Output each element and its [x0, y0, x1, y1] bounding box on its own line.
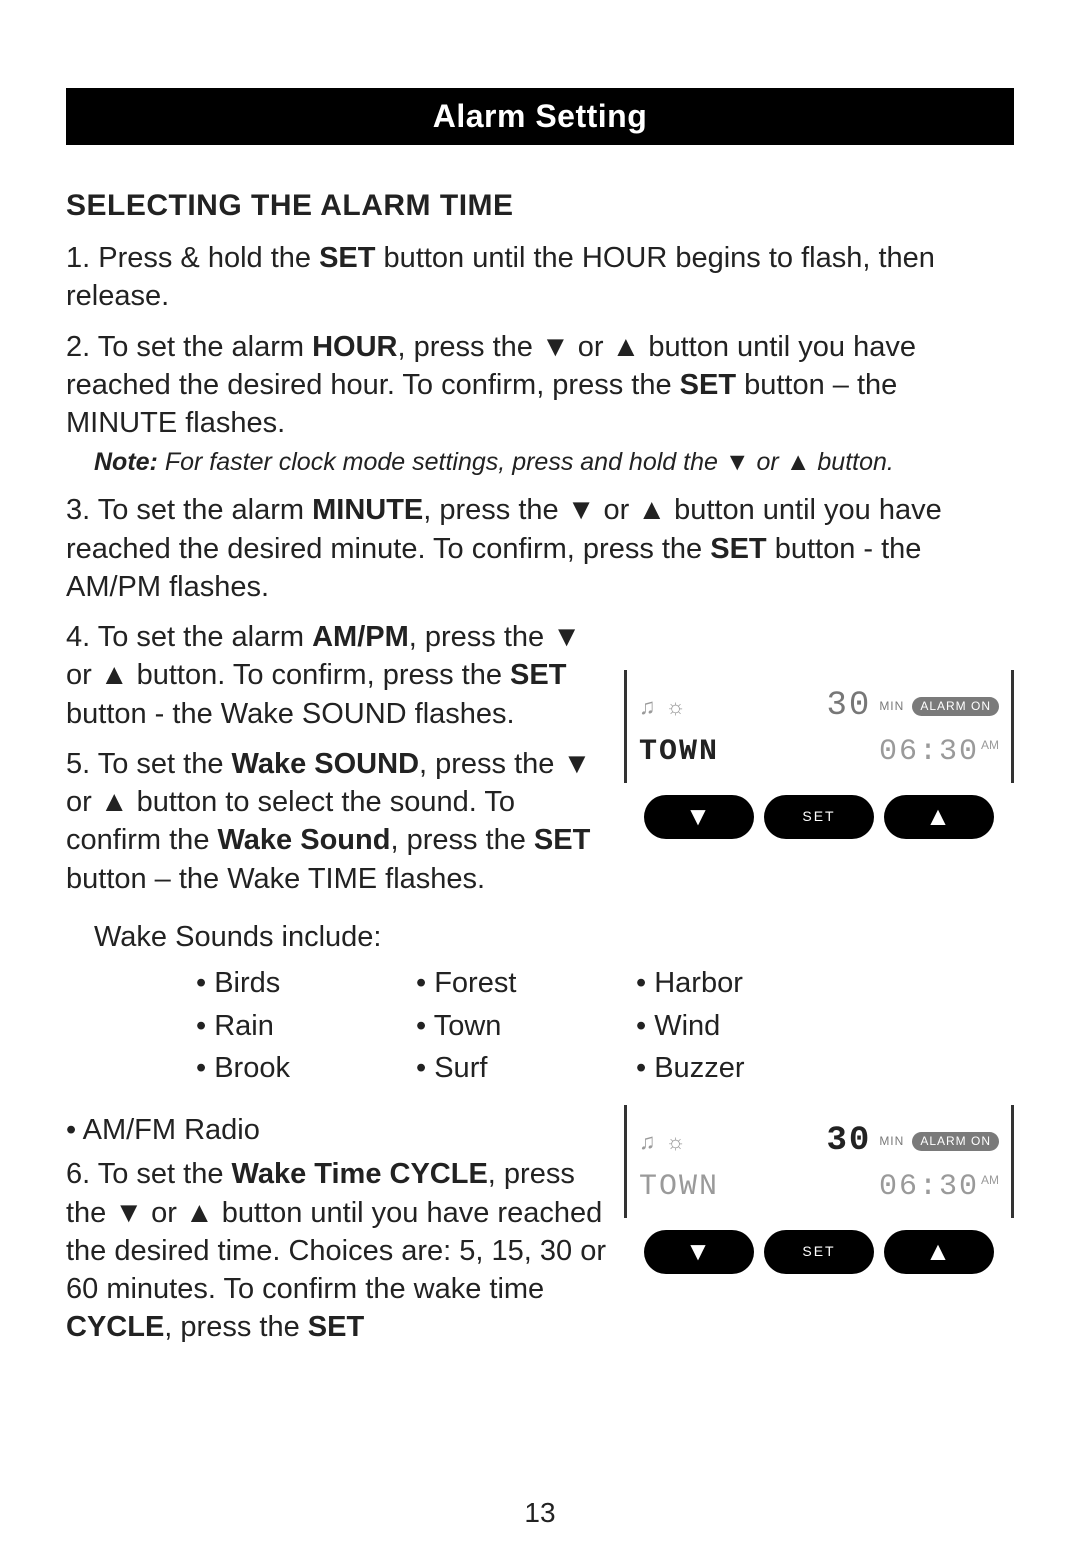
step-4: 4. To set the alarm AM/PM, press the ▼ o…	[66, 618, 606, 733]
bold-wake-sound2: Wake Sound	[218, 824, 391, 856]
alarm-time: 06:30	[879, 735, 979, 769]
bold-set: SET	[308, 1311, 364, 1343]
note-label: Note:	[94, 448, 158, 476]
sound-item: Rain	[196, 1007, 406, 1045]
sound-item: Brook	[196, 1049, 406, 1087]
sound-item: Town	[416, 1007, 626, 1045]
sound-item: Harbor	[636, 964, 846, 1002]
illustration-2: ♫ ☼ 30 MIN ALARM ON TOWN 06:30AM	[624, 1105, 1014, 1273]
step-number: 5.	[66, 748, 90, 780]
bold-wake-time-cycle: Wake Time CYCLE	[232, 1158, 488, 1190]
set-button[interactable]: SET	[764, 795, 874, 839]
down-button[interactable]: ▼	[644, 1230, 754, 1274]
up-button[interactable]: ▲	[884, 1230, 994, 1274]
step-3: 3. To set the alarm MINUTE, press the ▼ …	[66, 491, 1014, 606]
page-number: 13	[66, 1497, 1014, 1529]
sound-item: Buzzer	[636, 1049, 846, 1087]
step-number: 2.	[66, 331, 90, 363]
title-bar: Alarm Setting	[66, 88, 1014, 145]
sound-item: Wind	[636, 1007, 846, 1045]
section-heading: SELECTING THE ALARM TIME	[66, 189, 1014, 223]
alarm-time: 06:30	[879, 1170, 979, 1204]
amfm-radio-item: • AM/FM Radio	[66, 1111, 606, 1149]
step-text: To set the	[98, 1158, 232, 1190]
illustration-1: ♫ ☼ 30 MIN ALARM ON TOWN 06:30AM	[624, 670, 1014, 838]
sound-name: TOWN	[639, 733, 719, 773]
ampm-label: AM	[981, 738, 999, 752]
step-text: button – the Wake TIME flashes.	[66, 863, 485, 895]
sound-item: Surf	[416, 1049, 626, 1087]
step-text: button - the Wake SOUND flashes.	[66, 698, 515, 730]
bold-set: SET	[680, 369, 736, 401]
alarm-on-badge: ALARM ON	[912, 1132, 999, 1152]
bold-wake-sound: Wake SOUND	[232, 748, 419, 780]
button-row-1: ▼ SET ▲	[624, 795, 1014, 839]
set-button[interactable]: SET	[764, 1230, 874, 1274]
step-text: Press & hold the	[98, 242, 319, 274]
step-number: 1.	[66, 242, 90, 274]
note-text: For faster clock mode settings, press an…	[158, 448, 894, 476]
min-label: MIN	[879, 1134, 904, 1150]
bold-set: SET	[710, 533, 766, 565]
instruction-steps: 1. Press & hold the SET button until the…	[66, 239, 1014, 1359]
music-note-icon: ♫	[639, 692, 656, 721]
step-text: , press the	[164, 1311, 307, 1343]
music-note-icon: ♫	[639, 1127, 656, 1156]
step-text: , press the	[390, 824, 533, 856]
sound-item: Birds	[196, 964, 406, 1002]
cycle-value: 30	[827, 1119, 872, 1164]
down-button[interactable]: ▼	[644, 795, 754, 839]
step-6: 6. To set the Wake Time CYCLE , press the…	[66, 1155, 606, 1346]
sound-name: TOWN	[639, 1168, 719, 1208]
button-row-2: ▼ SET ▲	[624, 1230, 1014, 1274]
step-number: 4.	[66, 621, 90, 653]
step-text: To set the alarm	[98, 621, 312, 653]
lcd-display-2: ♫ ☼ 30 MIN ALARM ON TOWN 06:30AM	[624, 1105, 1014, 1217]
bold-cycle: CYCLE	[66, 1311, 164, 1343]
sound-item: Forest	[416, 964, 626, 1002]
bold-hour: HOUR	[312, 331, 397, 363]
min-label: MIN	[879, 699, 904, 715]
sun-icon: ☼	[666, 1127, 686, 1156]
step-text: To set the alarm	[98, 494, 312, 526]
sun-icon: ☼	[666, 692, 686, 721]
up-button[interactable]: ▲	[884, 795, 994, 839]
step-number: 6.	[66, 1158, 90, 1190]
step-2-note: Note: For faster clock mode settings, pr…	[66, 446, 1014, 479]
wake-sounds-list: Birds Forest Harbor Rain Town Wind Brook…	[66, 964, 1014, 1087]
step-2: 2. To set the alarm HOUR, press the ▼ or…	[66, 328, 1014, 480]
bold-set: SET	[510, 659, 566, 691]
step-5: 5. To set the Wake SOUND, press the ▼ or…	[66, 745, 606, 898]
bold-minute: MINUTE	[312, 494, 423, 526]
cycle-value: 30	[827, 684, 872, 729]
bold-set: SET	[534, 824, 590, 856]
bold-set: SET	[319, 242, 375, 274]
step-text: To set the alarm	[98, 331, 312, 363]
step-1: 1. Press & hold the SET button until the…	[66, 239, 1014, 316]
ampm-label: AM	[981, 1173, 999, 1187]
bold-ampm: AM/PM	[312, 621, 409, 653]
alarm-on-badge: ALARM ON	[912, 697, 999, 717]
wake-sounds-label: Wake Sounds include:	[66, 918, 1014, 956]
lcd-display-1: ♫ ☼ 30 MIN ALARM ON TOWN 06:30AM	[624, 670, 1014, 782]
step-number: 3.	[66, 494, 90, 526]
step-text: To set the	[98, 748, 232, 780]
